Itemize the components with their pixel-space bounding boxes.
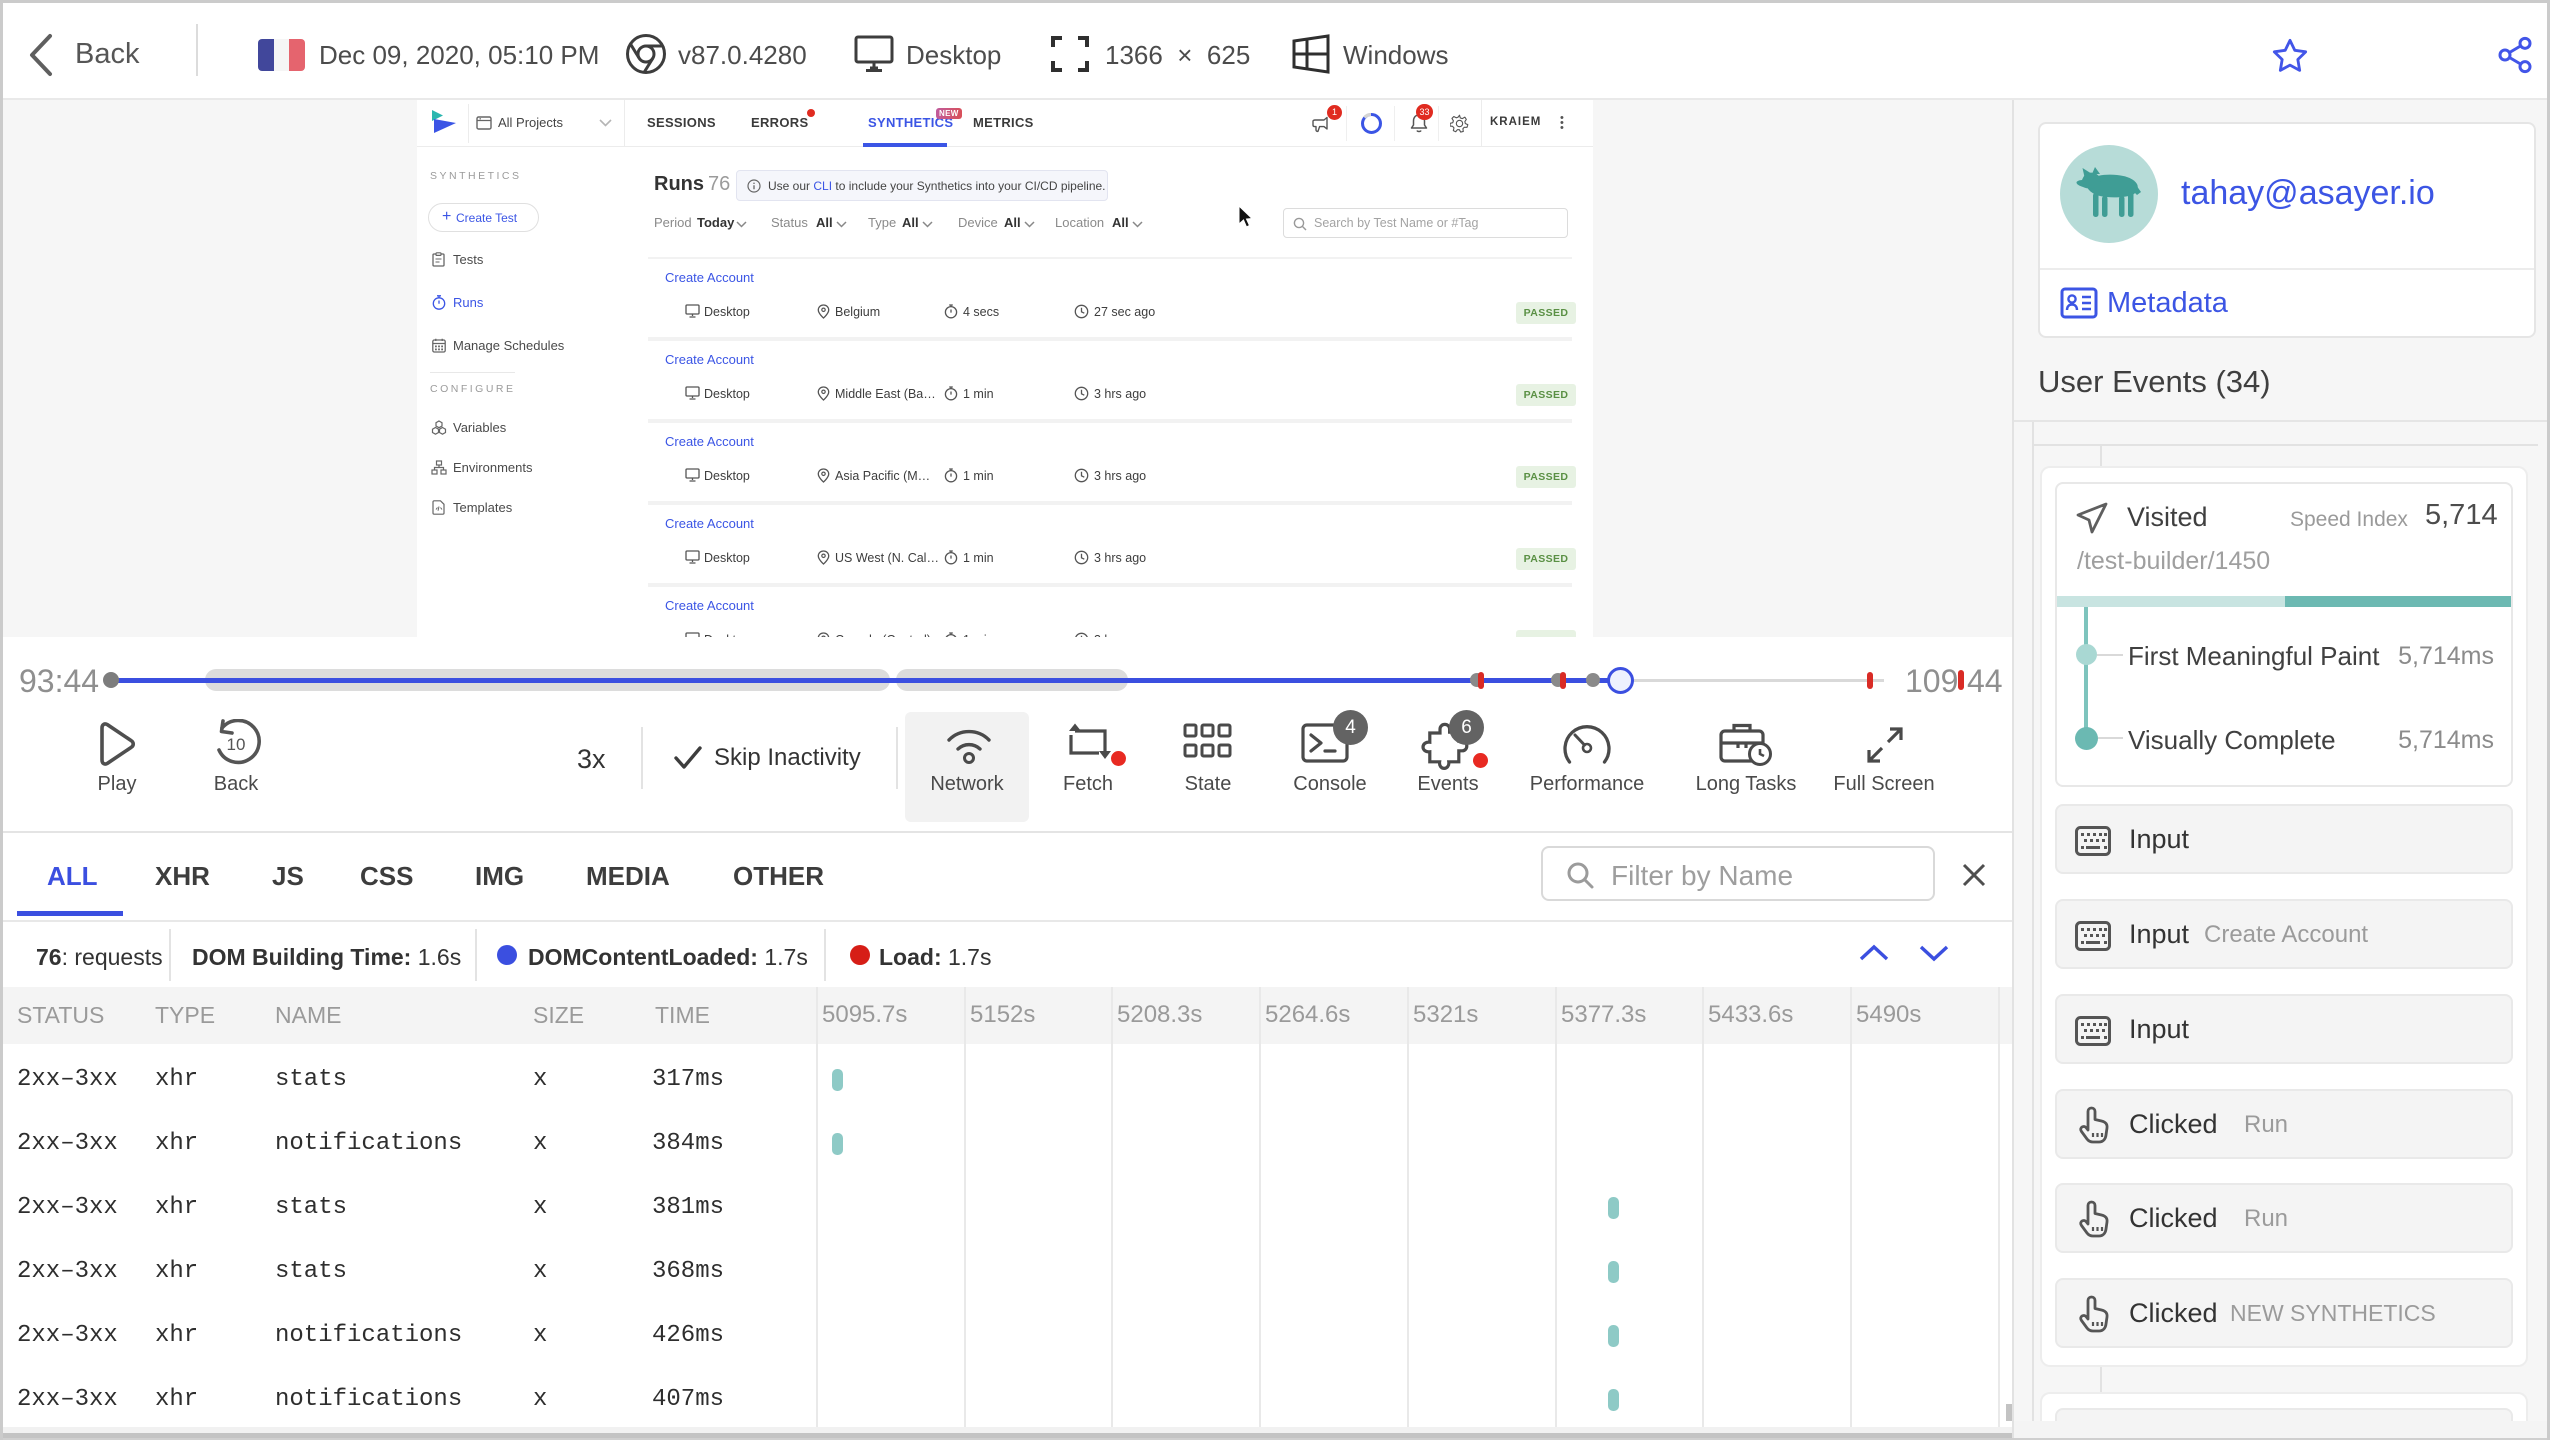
svg-text:10: 10 — [227, 735, 246, 754]
